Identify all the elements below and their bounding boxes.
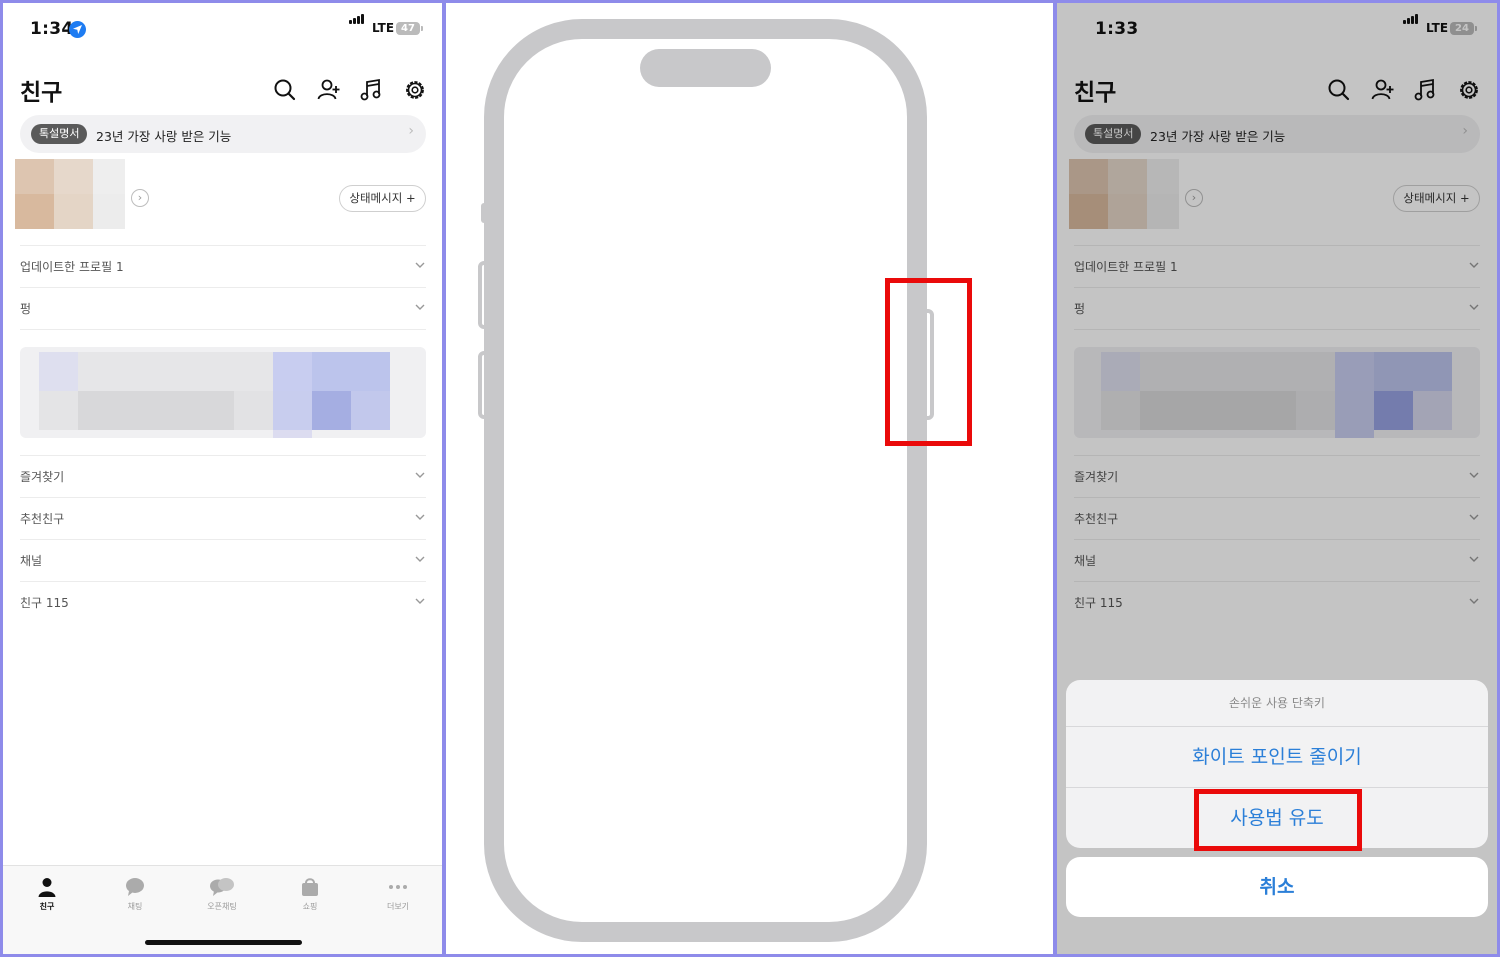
chevron-down-icon <box>414 466 426 485</box>
reduce-white-point-option[interactable]: 화이트 포인트 줄이기 <box>1066 727 1488 788</box>
shopping-bag-icon <box>302 878 318 896</box>
profile-chevron-icon[interactable]: › <box>131 189 149 207</box>
dynamic-island <box>640 49 771 87</box>
action-button <box>481 203 487 223</box>
tab-label: 채팅 <box>127 902 143 911</box>
pixelated-card[interactable] <box>20 347 426 438</box>
left-phone-screenshot: 1:34 LTE 47 친구 톡설명서 23년 가장 사랑 받은 기능 › › … <box>3 3 442 954</box>
row-label: 추천친구 <box>20 512 65 526</box>
tab-label: 친구 <box>39 902 55 911</box>
section-row[interactable]: 업데이트한 프로필 1 <box>20 245 426 287</box>
phone-diagram-panel <box>446 3 1053 954</box>
cancel-button[interactable]: 취소 <box>1066 857 1488 917</box>
right-phone-screenshot: 1:33 LTE 24 친구 톡설명서 23년 가장 사랑 받은 기능 › › … <box>1057 3 1497 954</box>
network-label: LTE <box>372 21 395 35</box>
row-label: 친구 115 <box>20 596 69 610</box>
gear-icon[interactable] <box>401 76 429 104</box>
tab-label: 오픈채팅 <box>207 902 237 911</box>
tab-chats[interactable]: 채팅 <box>105 876 165 912</box>
banner-badge: 톡설명서 <box>31 124 88 144</box>
banner-text: 23년 가장 사랑 받은 기능 <box>96 129 232 144</box>
section-row[interactable]: 펑 <box>20 287 426 329</box>
section-row[interactable]: 친구 115 <box>20 581 426 623</box>
chevron-down-icon <box>414 298 426 317</box>
section-row[interactable]: 추천친구 <box>20 497 426 539</box>
avatar[interactable] <box>15 159 125 229</box>
tab-shopping[interactable]: 쇼핑 <box>280 876 340 912</box>
music-icon[interactable] <box>357 76 385 104</box>
tab-open-chats[interactable]: 오픈채팅 <box>192 876 252 912</box>
friends-screen: 1:34 LTE 47 친구 톡설명서 23년 가장 사랑 받은 기능 › › … <box>3 3 442 954</box>
chevron-down-icon <box>414 256 426 275</box>
tab-label: 쇼핑 <box>302 902 318 911</box>
more-icon <box>389 885 407 889</box>
row-label: 채널 <box>20 554 43 568</box>
divider <box>20 329 426 330</box>
row-label: 업데이트한 프로필 1 <box>20 260 124 274</box>
page-title: 친구 <box>20 80 63 106</box>
status-message-button[interactable]: 상태메시지 + <box>339 185 426 212</box>
row-label: 즐겨찾기 <box>20 470 65 484</box>
section-row[interactable]: 채널 <box>20 539 426 581</box>
row-label: 펑 <box>20 302 32 316</box>
home-indicator <box>145 940 302 945</box>
status-time: 1:34 <box>30 19 74 39</box>
chevron-down-icon <box>414 508 426 527</box>
chevron-down-icon <box>414 550 426 569</box>
status-bar: 1:34 LTE 47 <box>3 3 442 59</box>
open-chat-icon <box>210 878 234 896</box>
battery-icon: 47 <box>396 22 423 35</box>
section-row[interactable]: 즐겨찾기 <box>20 455 426 497</box>
action-sheet-title: 손쉬운 사용 단축키 <box>1066 680 1488 727</box>
chevron-down-icon <box>414 592 426 611</box>
location-arrow-icon <box>69 21 86 38</box>
tab-friends[interactable]: 친구 <box>17 876 77 912</box>
side-button-highlight <box>885 278 972 446</box>
tab-more[interactable]: 더보기 <box>368 876 428 912</box>
header-icons <box>271 76 431 104</box>
iphone-outline <box>478 19 934 942</box>
chat-bubble-icon <box>126 878 144 896</box>
tab-label: 더보기 <box>386 902 410 911</box>
person-icon <box>38 878 56 897</box>
add-friend-icon[interactable] <box>315 76 343 104</box>
chevron-right-icon: › <box>408 123 414 139</box>
tips-banner[interactable]: 톡설명서 23년 가장 사랑 받은 기능 › <box>20 115 426 153</box>
guided-access-highlight <box>1194 789 1362 851</box>
search-icon[interactable] <box>271 76 299 104</box>
